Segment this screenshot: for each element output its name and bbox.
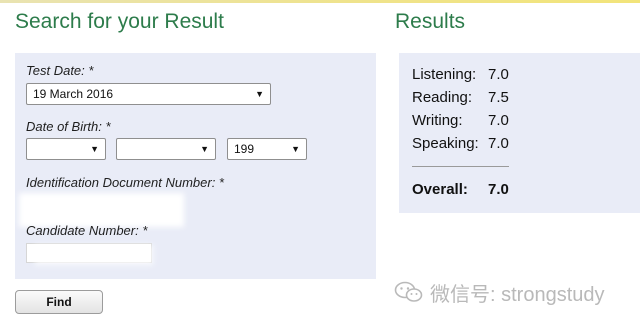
score-value: 7.0 — [488, 135, 509, 152]
dob-label: Date of Birth: * — [26, 119, 111, 134]
dob-month-value-blurred — [123, 142, 136, 156]
score-row-speaking: Speaking: 7.0 — [412, 135, 509, 152]
score-name: Writing: — [412, 112, 463, 129]
test-date-value: 19 March 2016 — [33, 87, 114, 101]
score-row-writing: Writing: 7.0 — [412, 112, 509, 129]
overall-score-row: Overall: 7.0 — [412, 181, 509, 198]
chevron-down-icon: ▼ — [90, 144, 99, 154]
id-number-label: Identification Document Number: * — [26, 175, 224, 190]
wechat-icon — [394, 280, 424, 304]
overall-label: Overall: — [412, 181, 468, 198]
score-value: 7.0 — [488, 112, 509, 129]
score-name: Speaking: — [412, 135, 479, 152]
watermark-text: 微信号: strongstudy — [430, 283, 605, 306]
chevron-down-icon: ▼ — [200, 144, 209, 154]
find-button[interactable]: Find — [15, 290, 103, 314]
test-date-label: Test Date: * — [26, 63, 94, 78]
chevron-down-icon: ▼ — [291, 144, 300, 154]
chevron-down-icon: ▼ — [255, 89, 264, 99]
redaction-blur — [35, 245, 153, 265]
score-row-reading: Reading: 7.5 — [412, 89, 509, 106]
results-title: Results — [395, 10, 466, 33]
search-title: Search for your Result — [15, 10, 224, 33]
score-value: 7.0 — [488, 66, 509, 83]
top-accent-line — [0, 0, 640, 3]
dob-month-select[interactable]: ▼ — [116, 138, 216, 160]
wechat-watermark: 微信号: strongstudy — [394, 279, 605, 306]
score-value: 7.5 — [488, 89, 509, 106]
dob-day-select[interactable]: ▼ — [26, 138, 106, 160]
dob-year-value: 199 — [234, 142, 255, 156]
score-row-listening: Listening: 7.0 — [412, 66, 509, 83]
results-panel: Listening: 7.0 Reading: 7.5 Writing: 7.0 Sp… — [399, 53, 640, 213]
dob-day-value-blurred — [33, 142, 46, 156]
test-date-select[interactable]: 19 March 2016 ▼ — [26, 83, 271, 105]
search-form-panel: Test Date: * 19 March 2016 ▼ Date of Bir… — [15, 53, 376, 279]
score-name: Reading: — [412, 89, 473, 106]
redaction-blur — [19, 193, 184, 227]
score-name: Listening: — [412, 66, 477, 83]
dob-year-select[interactable]: 199 ▼ — [227, 138, 307, 160]
overall-value: 7.0 — [488, 181, 509, 198]
candidate-number-label: Candidate Number: * — [26, 223, 148, 238]
results-divider — [412, 166, 509, 167]
